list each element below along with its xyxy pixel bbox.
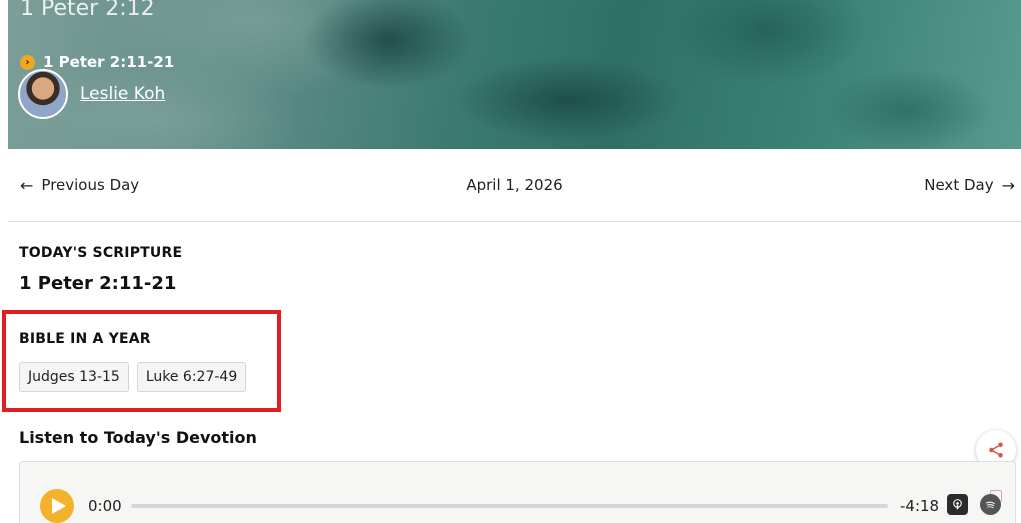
bible-in-a-year-label: BIBLE IN A YEAR xyxy=(19,331,151,347)
previous-day-label: Previous Day xyxy=(41,176,140,194)
next-day-button[interactable]: Next Day → xyxy=(924,176,1021,195)
progress-track[interactable] xyxy=(131,504,888,508)
highlight-box xyxy=(2,310,281,412)
hero-title: 1 Peter 2:12 xyxy=(20,0,155,21)
play-icon xyxy=(51,498,66,514)
author-link[interactable]: Leslie Koh xyxy=(80,84,165,104)
share-icon xyxy=(989,442,1003,458)
apple-podcasts-icon[interactable] xyxy=(947,494,968,515)
spotify-icon[interactable] xyxy=(980,494,1001,515)
current-time: 0:00 xyxy=(88,497,122,515)
play-button[interactable] xyxy=(40,489,74,523)
listen-title: Listen to Today's Devotion xyxy=(19,428,257,447)
current-date: April 1, 2026 xyxy=(466,176,563,194)
previous-day-button[interactable]: ← Previous Day xyxy=(8,176,139,195)
remaining-time: -4:18 xyxy=(900,497,940,515)
scripture-reference: 1 Peter 2:11-21 xyxy=(19,273,177,294)
next-day-label: Next Day xyxy=(924,176,994,194)
avatar xyxy=(18,69,68,119)
reading-pill-judges[interactable]: Judges 13-15 xyxy=(19,362,129,392)
reading-pill-luke[interactable]: Luke 6:27-49 xyxy=(136,362,247,392)
hero-banner: 1 Peter 2:12 › 1 Peter 2:11-21 Leslie Ko… xyxy=(8,0,1021,149)
bible-in-a-year-readings: Judges 13-15 Luke 6:27-49 xyxy=(19,362,247,392)
arrow-left-icon: ← xyxy=(20,175,34,195)
audio-player: 0:00 -4:18 xyxy=(19,461,1016,523)
scripture-label: TODAY'S SCRIPTURE xyxy=(19,245,183,261)
author-block: Leslie Koh xyxy=(18,69,165,119)
day-navigation: ← Previous Day April 1, 2026 Next Day → xyxy=(8,167,1021,203)
chevron-right-icon: › xyxy=(20,54,35,70)
divider xyxy=(8,221,1021,222)
arrow-right-icon: → xyxy=(1001,175,1015,195)
